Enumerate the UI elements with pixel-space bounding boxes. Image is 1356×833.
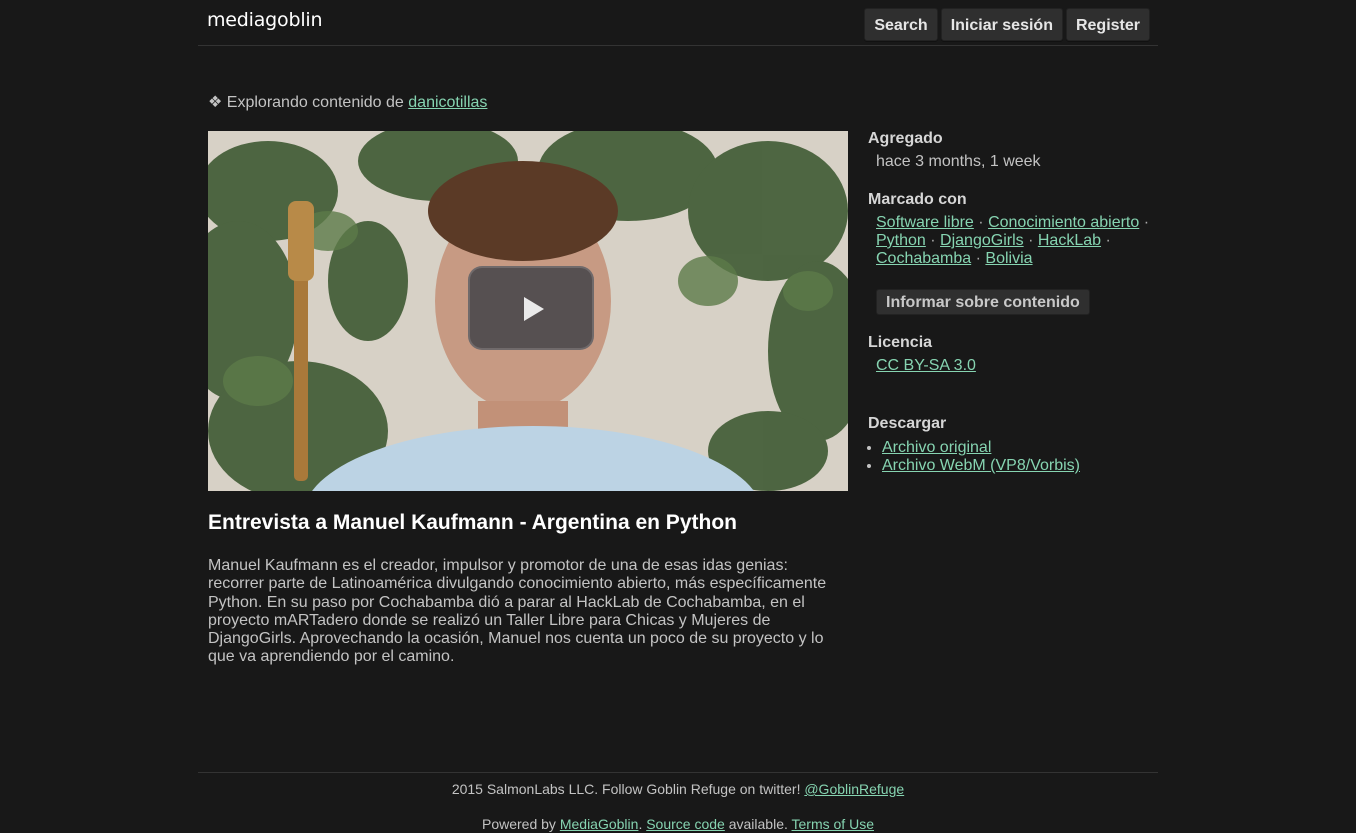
explore-breadcrumb: ❖ Explorando contenido de danicotillas	[208, 92, 487, 112]
available-text: available.	[724, 816, 792, 832]
tag-separator: ·	[930, 232, 936, 249]
explore-prefix: ❖ Explorando contenido de	[208, 94, 409, 111]
powered-by-text: Powered by	[482, 816, 560, 832]
tag-link[interactable]: Cochabamba	[876, 250, 971, 267]
download-item: Archivo WebM (VP8/Vorbis)	[882, 457, 1080, 475]
header-buttons: Search Iniciar sesión Register	[864, 8, 1150, 41]
download-list: Archivo original Archivo WebM (VP8/Vorbi…	[868, 439, 1080, 475]
tag-separator: ·	[978, 214, 984, 231]
tag-separator: ·	[975, 250, 981, 267]
play-icon	[524, 297, 544, 321]
terms-link[interactable]: Terms of Use	[792, 816, 874, 832]
twitter-link[interactable]: @GoblinRefuge	[804, 781, 904, 797]
tag-link[interactable]: Conocimiento abierto	[988, 214, 1139, 231]
added-label: Agregado	[868, 130, 943, 147]
tag-link[interactable]: DjangoGirls	[940, 232, 1024, 249]
tags-label: Marcado con	[868, 191, 967, 208]
tag-link[interactable]: Python	[876, 232, 926, 249]
download-item: Archivo original	[882, 439, 1080, 457]
added-value: hace 3 months, 1 week	[876, 153, 1041, 170]
play-button[interactable]	[468, 266, 594, 350]
footer-copyright: 2015 SalmonLabs LLC. Follow Goblin Refug…	[451, 781, 805, 797]
source-code-link[interactable]: Source code	[646, 816, 725, 832]
media-description: Manuel Kaufmann es el creador, impulsor …	[208, 557, 827, 666]
report-button[interactable]: Informar sobre contenido	[876, 289, 1090, 315]
tag-link[interactable]: Software libre	[876, 214, 974, 231]
mediagoblin-link[interactable]: MediaGoblin	[560, 816, 639, 832]
footer-line-2: Powered by MediaGoblin. Source code avai…	[198, 816, 1158, 832]
site-footer: 2015 SalmonLabs LLC. Follow Goblin Refug…	[198, 772, 1158, 832]
tag-separator: ·	[1028, 232, 1034, 249]
license-link[interactable]: CC BY-SA 3.0	[876, 357, 976, 375]
register-button[interactable]: Register	[1065, 8, 1150, 41]
video-player[interactable]	[208, 131, 848, 491]
search-button[interactable]: Search	[864, 8, 938, 41]
download-original-link[interactable]: Archivo original	[882, 439, 991, 456]
site-logo[interactable]: mediagoblin	[207, 9, 323, 31]
download-webm-link[interactable]: Archivo WebM (VP8/Vorbis)	[882, 457, 1080, 474]
user-link[interactable]: danicotillas	[408, 94, 487, 111]
media-title: Entrevista a Manuel Kaufmann - Argentina…	[208, 511, 737, 534]
license-label: Licencia	[868, 334, 933, 351]
tag-link[interactable]: HackLab	[1038, 232, 1101, 249]
tag-separator: ·	[1143, 214, 1150, 231]
tag-link[interactable]: Bolivia	[985, 250, 1032, 267]
tag-list: Software libre · Conocimiento abierto · …	[876, 214, 1156, 268]
footer-line-1: 2015 SalmonLabs LLC. Follow Goblin Refug…	[198, 781, 1158, 797]
tag-separator: ·	[1105, 232, 1111, 249]
download-label: Descargar	[868, 415, 947, 432]
login-button[interactable]: Iniciar sesión	[940, 8, 1063, 41]
site-header: mediagoblin Search Iniciar sesión Regist…	[198, 0, 1158, 46]
